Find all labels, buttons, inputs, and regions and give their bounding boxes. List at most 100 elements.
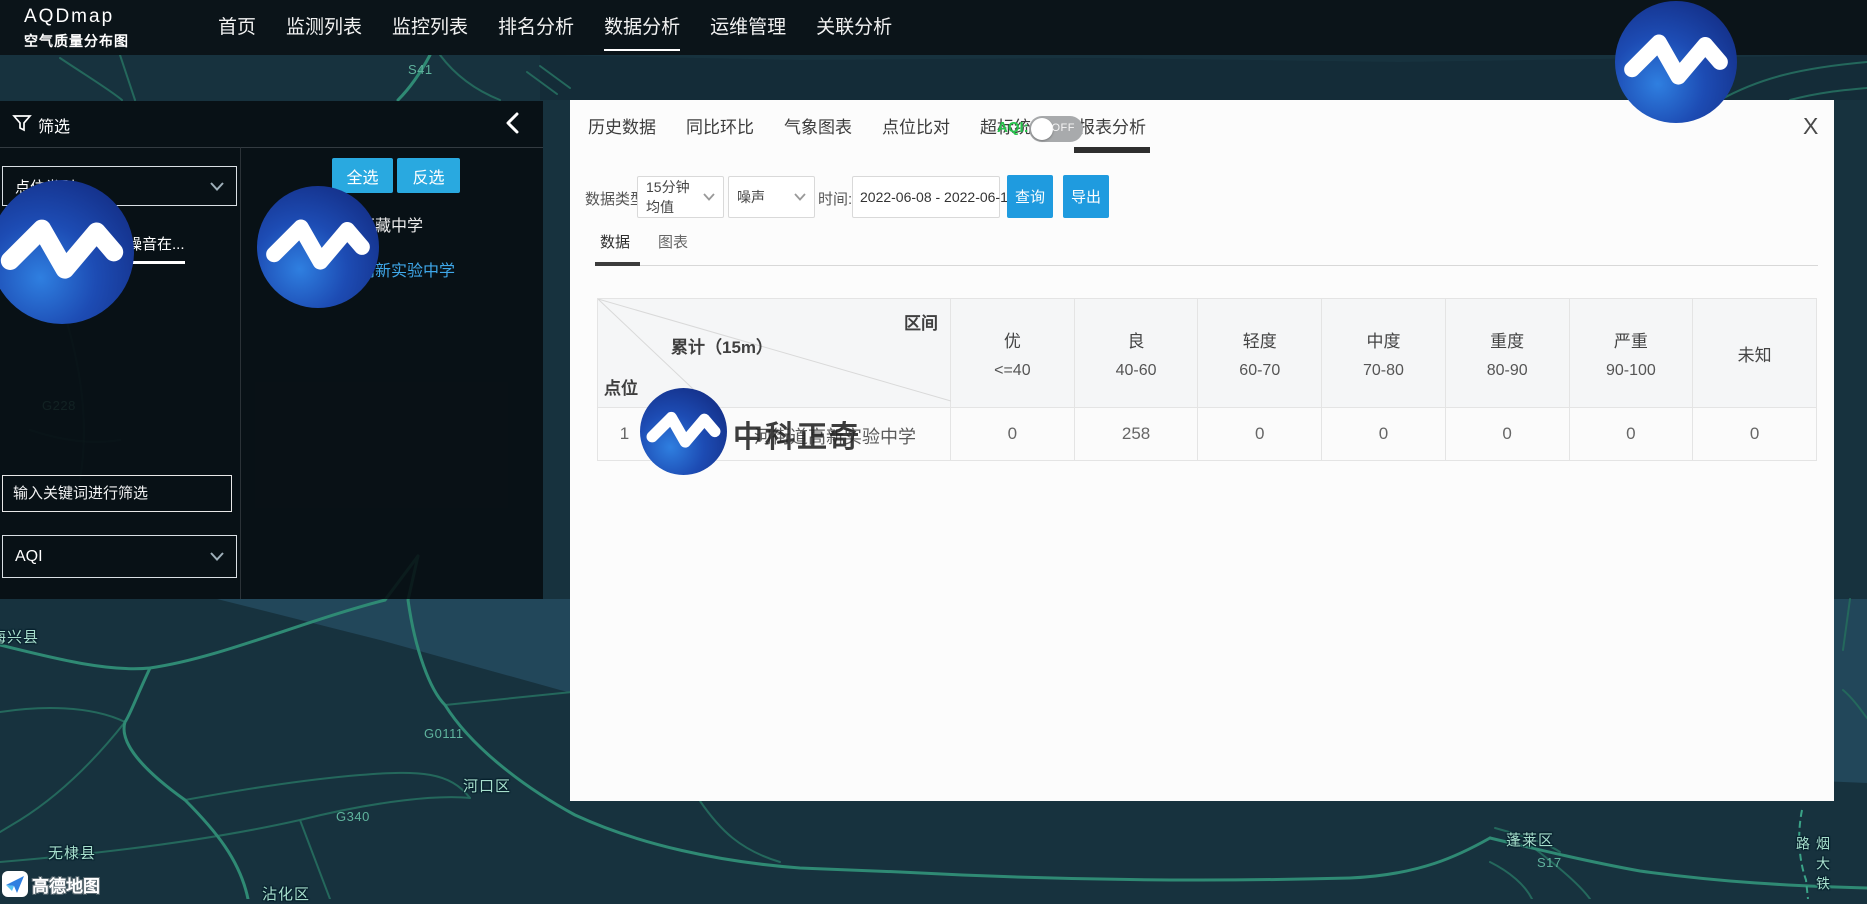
- row-site-name: 河街道高新实验中学: [754, 423, 916, 449]
- tab-weather-charts[interactable]: 气象图表: [784, 100, 852, 156]
- report-table: 区间 累计（15m） 点位 优 <=40 良 40-60 轻度 60-70: [597, 298, 1817, 461]
- nav-item-monitor-list[interactable]: 监测列表: [286, 0, 362, 55]
- value-cell-unknown: 0: [1693, 408, 1817, 461]
- value-cell-severe: 0: [1569, 408, 1693, 461]
- column-label: 中度: [1323, 327, 1444, 352]
- column-header-excellent: 优 <=40: [951, 299, 1075, 408]
- map-road-label-g0111: G0111: [424, 726, 464, 741]
- map-label-zhanhua: 沾化区: [262, 883, 310, 904]
- date-range-picker[interactable]: 2022-06-08 - 2022-06-10: [852, 176, 1000, 218]
- filter-sidebar: 筛选 点位类别 道噪音在... AQI 全选 反选 道西藏中学 道高新实验中学: [0, 101, 543, 599]
- select-all-button[interactable]: 全选: [332, 158, 393, 193]
- sidebar-column-divider: [240, 147, 241, 599]
- interval-select[interactable]: 15分钟均值: [637, 176, 724, 218]
- tab-history-data[interactable]: 历史数据: [588, 100, 656, 156]
- invert-selection-button[interactable]: 反选: [397, 158, 460, 193]
- subtab-chart[interactable]: 图表: [658, 231, 688, 261]
- map-label-wudi: 无棣县: [48, 842, 96, 863]
- site-label: 道西藏中学: [343, 212, 423, 236]
- site-checkbox-row[interactable]: 道高新实验中学: [312, 257, 455, 281]
- tab-yoy-comparison[interactable]: 同比环比: [686, 100, 754, 156]
- column-header-heavy: 重度 80-90: [1445, 299, 1569, 408]
- result-subtabs: 数据 图表: [600, 231, 688, 261]
- column-label: 严重: [1571, 327, 1692, 352]
- amap-icon: [2, 871, 28, 897]
- tab-site-comparison[interactable]: 点位比对: [882, 100, 950, 156]
- category-select[interactable]: 点位类别: [2, 166, 237, 206]
- aqi-toggle-switch[interactable]: OFF: [1029, 116, 1083, 142]
- column-header-good: 良 40-60: [1074, 299, 1198, 408]
- main-nav: 首页 监测列表 监控列表 排名分析 数据分析 运维管理 关联分析: [218, 0, 892, 55]
- keyword-filter-input[interactable]: [2, 475, 232, 512]
- map-label-hekou: 河口区: [463, 775, 511, 796]
- collapse-panel-icon[interactable]: [500, 110, 528, 138]
- category-item-road-noise[interactable]: 道噪音在...: [112, 233, 185, 264]
- subtab-data[interactable]: 数据: [600, 231, 630, 261]
- pollutant-select[interactable]: 噪声: [728, 176, 815, 218]
- app-name: AQDmap: [24, 6, 129, 28]
- close-panel-button[interactable]: X: [1803, 113, 1818, 140]
- nav-item-operations[interactable]: 运维管理: [710, 0, 786, 55]
- map-label-railway: 烟大铁路: [1793, 836, 1833, 899]
- table-row: 1 河街道高新实验中学 0 258 0 0 0 0 0: [598, 408, 1817, 461]
- subtab-active-indicator: [595, 262, 640, 266]
- site-checkbox[interactable]: [312, 216, 329, 233]
- date-range-value: 2022-06-08 - 2022-06-10: [860, 189, 1016, 205]
- column-range: 70-80: [1323, 362, 1444, 380]
- column-header-light: 轻度 60-70: [1198, 299, 1322, 408]
- app-logo: AQDmap 空气质量分布图: [24, 6, 129, 51]
- column-label: 重度: [1447, 327, 1568, 352]
- nav-item-data-analysis[interactable]: 数据分析: [604, 0, 680, 55]
- map-road-label-s41: S41: [408, 62, 433, 77]
- corner-label-site: 点位: [604, 374, 638, 399]
- table-corner-cell: 区间 累计（15m） 点位: [598, 299, 951, 408]
- tab-report-analysis[interactable]: 报表分析: [1078, 100, 1146, 156]
- corner-label-cumulative: 累计（15m）: [671, 333, 773, 358]
- subtab-divider: [595, 265, 1818, 266]
- data-analysis-panel: 历史数据 同比环比 气象图表 点位比对 超标统计 报表分析 AQI: OFF X…: [570, 100, 1834, 801]
- nav-item-correlation[interactable]: 关联分析: [816, 0, 892, 55]
- map-label-penglai: 蓬莱区: [1506, 829, 1554, 850]
- filter-funnel-icon: [12, 113, 32, 138]
- site-checkbox-row[interactable]: 道西藏中学: [312, 212, 423, 236]
- map-road-label-s17: S17: [1537, 855, 1562, 870]
- amap-text: 高德地图: [32, 872, 100, 897]
- value-cell-medium: 0: [1322, 408, 1446, 461]
- map-road-label-g340: G340: [336, 809, 370, 824]
- filter-header: 筛选: [0, 101, 543, 148]
- query-form: 数据类型: 15分钟均值 噪声 时间: 2022-06-08 - 2022-06…: [570, 175, 1834, 219]
- pollutant-select-value: 噪声: [737, 187, 765, 207]
- nav-item-home[interactable]: 首页: [218, 0, 256, 55]
- column-range: 80-90: [1447, 362, 1568, 380]
- map-attribution: 高德地图: [2, 871, 100, 897]
- column-header-medium: 中度 70-80: [1322, 299, 1446, 408]
- aqi-toggle-label: AQI:: [997, 119, 1029, 136]
- map-label-haixing: 海兴县: [0, 626, 39, 647]
- export-button[interactable]: 导出: [1063, 175, 1109, 218]
- category-select-value: 点位类别: [15, 176, 75, 197]
- top-navigation-bar: AQDmap 空气质量分布图 首页 监测列表 监控列表 排名分析 数据分析 运维…: [0, 0, 1867, 55]
- value-cell-heavy: 0: [1445, 408, 1569, 461]
- column-range: <=40: [952, 362, 1073, 380]
- value-cell-excellent: 0: [951, 408, 1075, 461]
- time-label: 时间:: [818, 188, 852, 209]
- column-header-severe: 严重 90-100: [1569, 299, 1693, 408]
- metric-select-value: AQI: [15, 548, 43, 566]
- app-subtitle: 空气质量分布图: [24, 31, 129, 51]
- metric-select[interactable]: AQI: [2, 535, 237, 578]
- row-site-cell: 河街道高新实验中学: [652, 408, 951, 461]
- interval-select-value: 15分钟均值: [646, 177, 703, 217]
- column-header-unknown: 未知: [1693, 299, 1817, 408]
- corner-label-range: 区间: [904, 309, 938, 334]
- column-label: 未知: [1694, 341, 1815, 366]
- column-label: 优: [952, 327, 1073, 352]
- site-checkbox[interactable]: [312, 261, 329, 278]
- column-range: 90-100: [1571, 362, 1692, 380]
- value-cell-good: 258: [1074, 408, 1198, 461]
- nav-item-surveillance-list[interactable]: 监控列表: [392, 0, 468, 55]
- query-button[interactable]: 查询: [1007, 175, 1053, 218]
- row-index-cell: 1: [598, 408, 652, 461]
- column-range: 60-70: [1199, 362, 1320, 380]
- value-cell-light: 0: [1198, 408, 1322, 461]
- nav-item-ranking[interactable]: 排名分析: [498, 0, 574, 55]
